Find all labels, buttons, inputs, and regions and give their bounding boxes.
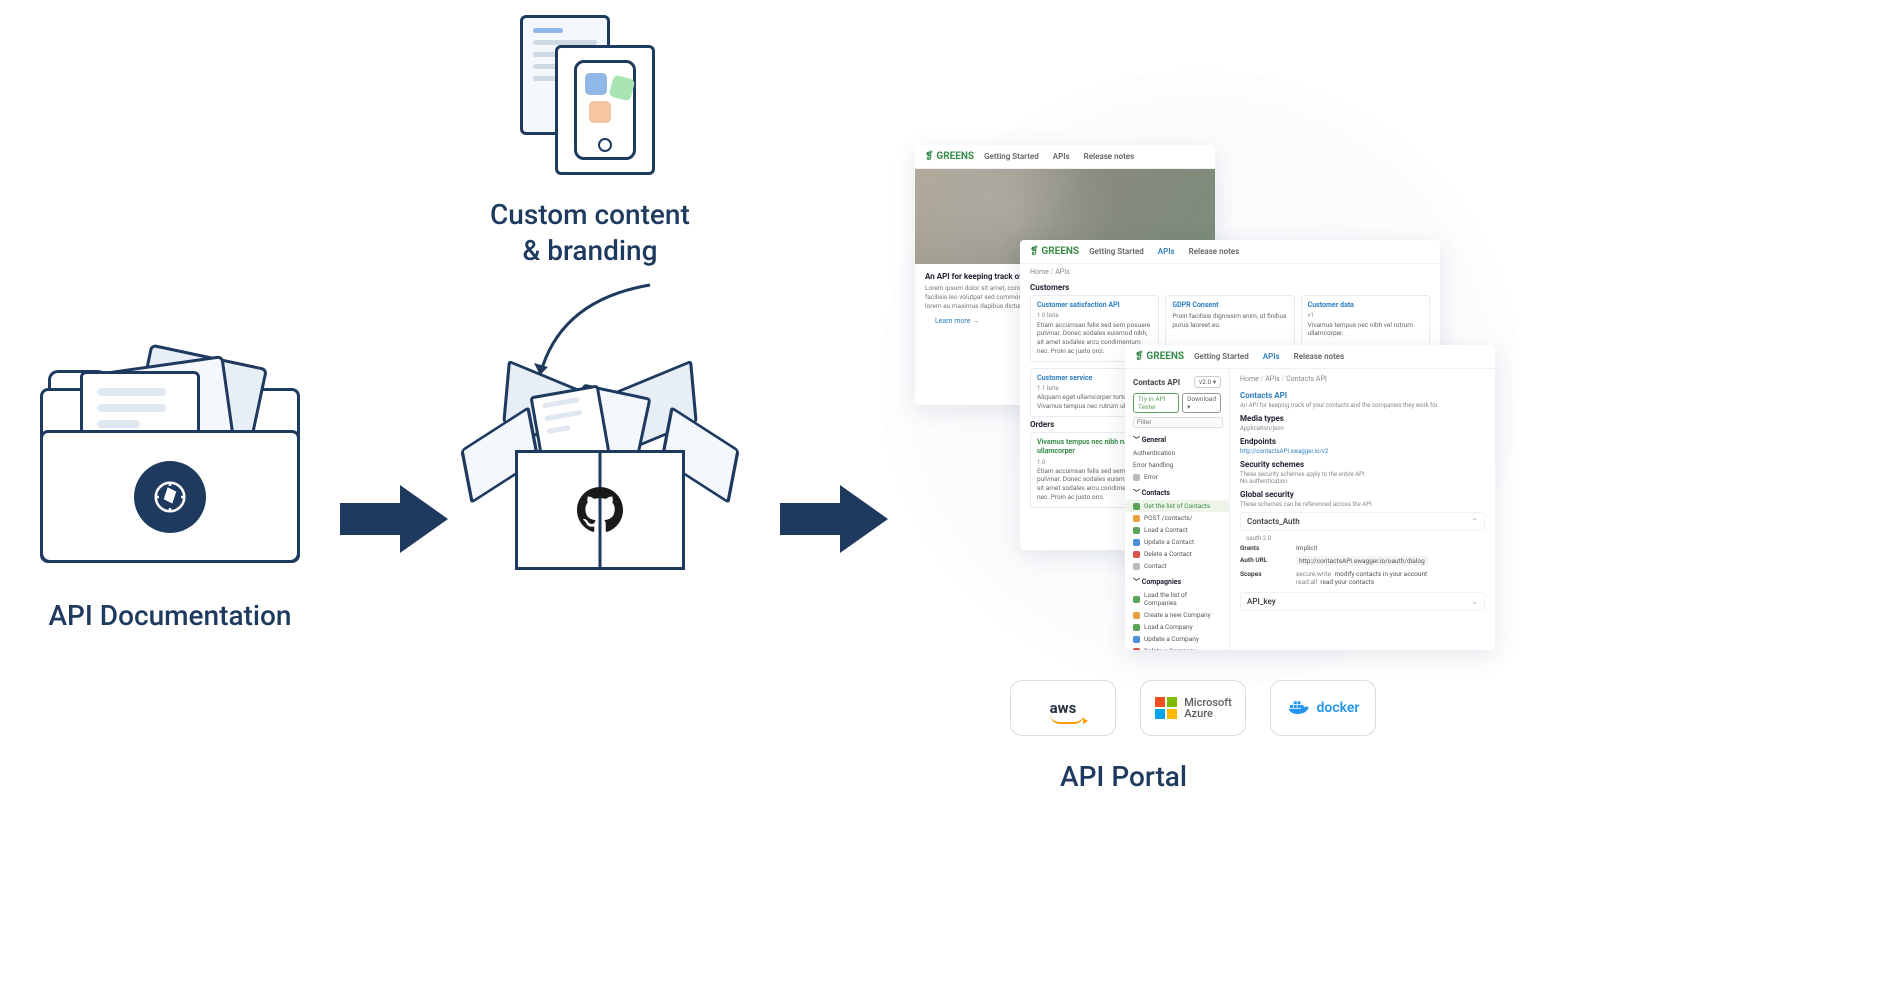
section-customers: Customers — [1020, 280, 1440, 295]
nav-getting-started-2[interactable]: Getting Started — [1089, 247, 1144, 256]
deploy-docker: docker — [1270, 680, 1376, 736]
item-post-contacts[interactable]: POST /contacts/ — [1125, 512, 1229, 524]
item-update-contact[interactable]: Update a Contact — [1125, 536, 1229, 548]
item-error-handling[interactable]: Error handling — [1125, 459, 1229, 471]
detail-desc: An API for keeping track of your contact… — [1240, 402, 1485, 409]
stage-api-documentation: API Documentation — [40, 360, 300, 634]
deploy-azure: MicrosoftAzure — [1140, 680, 1246, 736]
portal-panel-api-reference: GREENS Getting Started APIs Release note… — [1125, 345, 1495, 650]
scheme-api-key[interactable]: API_key ⌄ — [1240, 592, 1485, 611]
learn-more-link[interactable]: Learn more → — [925, 311, 989, 331]
nav-apis-3[interactable]: APIs — [1263, 352, 1280, 361]
item-contact-schema[interactable]: Contact — [1125, 560, 1229, 572]
nav-apis-2[interactable]: APIs — [1158, 247, 1175, 256]
nav-release-notes[interactable]: Release notes — [1084, 152, 1135, 161]
group-general[interactable]: ﹀ General — [1125, 430, 1229, 447]
microsoft-icon — [1154, 696, 1178, 720]
label-api-portal: API Portal — [1060, 760, 1187, 793]
nav-getting-started[interactable]: Getting Started — [984, 152, 1039, 161]
docker-icon — [1287, 696, 1311, 720]
download-button[interactable]: Download ▾ — [1182, 393, 1221, 413]
filter-input[interactable] — [1133, 417, 1223, 428]
group-companies[interactable]: ﹀ Compagnies — [1125, 572, 1229, 589]
item-update-company[interactable]: Update a Company — [1125, 633, 1229, 645]
branding-illustration — [520, 15, 660, 185]
api-sidebar: Contacts API v2.0 ▾ Try in API Tester Do… — [1125, 369, 1230, 650]
stage-package-box — [460, 370, 740, 580]
chevron-up-icon: ⌃ — [1471, 517, 1478, 526]
aws-icon: aws — [1050, 699, 1077, 717]
try-api-button[interactable]: Try in API Tester — [1133, 393, 1179, 413]
brand-logo: GREENS — [925, 151, 974, 162]
label-branding: Custom content & branding — [490, 197, 690, 270]
item-load-contact[interactable]: Load a Contact — [1125, 524, 1229, 536]
item-delete-contact[interactable]: Delete a Contact — [1125, 548, 1229, 560]
detail-title: Contacts API — [1240, 391, 1485, 400]
nav-release-notes-2[interactable]: Release notes — [1189, 247, 1240, 256]
stage-branding: Custom content & branding — [490, 15, 690, 270]
brand-logo-2: GREENS — [1030, 246, 1079, 257]
item-load-companies[interactable]: Load the list of Companies — [1125, 589, 1229, 609]
api-title: Contacts API — [1133, 378, 1180, 387]
brand-logo-3: GREENS — [1135, 351, 1184, 362]
item-error[interactable]: Error — [1125, 471, 1229, 483]
nav-getting-started-3[interactable]: Getting Started — [1194, 352, 1249, 361]
item-delete-company[interactable]: Delete a Company — [1125, 645, 1229, 650]
item-get-contacts[interactable]: Get the list of Contacts — [1125, 500, 1229, 512]
folder-illustration — [40, 360, 300, 570]
compass-icon — [134, 461, 206, 533]
api-detail-pane: HomeAPIsContacts API Contacts API An API… — [1230, 369, 1495, 650]
item-auth[interactable]: Authentication — [1125, 447, 1229, 459]
nav-apis[interactable]: APIs — [1053, 152, 1070, 161]
endpoint-link[interactable]: http://contactsAPI.swagger.io/v2 — [1240, 448, 1485, 455]
group-contacts[interactable]: ﹀ Contacts — [1125, 483, 1229, 500]
deploy-targets: aws MicrosoftAzure docker — [1010, 680, 1376, 736]
item-load-company[interactable]: Load a Company — [1125, 621, 1229, 633]
chevron-down-icon: ⌄ — [1471, 597, 1478, 606]
breadcrumb: HomeAPIs — [1020, 264, 1440, 280]
arrow-docs-to-box — [340, 485, 450, 555]
scheme-contacts-auth[interactable]: Contacts_Auth ⌃ — [1240, 512, 1485, 531]
deploy-aws: aws — [1010, 680, 1116, 736]
label-api-documentation: API Documentation — [48, 598, 291, 634]
item-create-company[interactable]: Create a new Company — [1125, 609, 1229, 621]
github-icon — [577, 487, 623, 533]
nav-release-notes-3[interactable]: Release notes — [1294, 352, 1345, 361]
arrow-box-to-portal — [780, 485, 890, 555]
box-illustration — [460, 370, 740, 580]
version-select[interactable]: v2.0 ▾ — [1194, 376, 1221, 388]
